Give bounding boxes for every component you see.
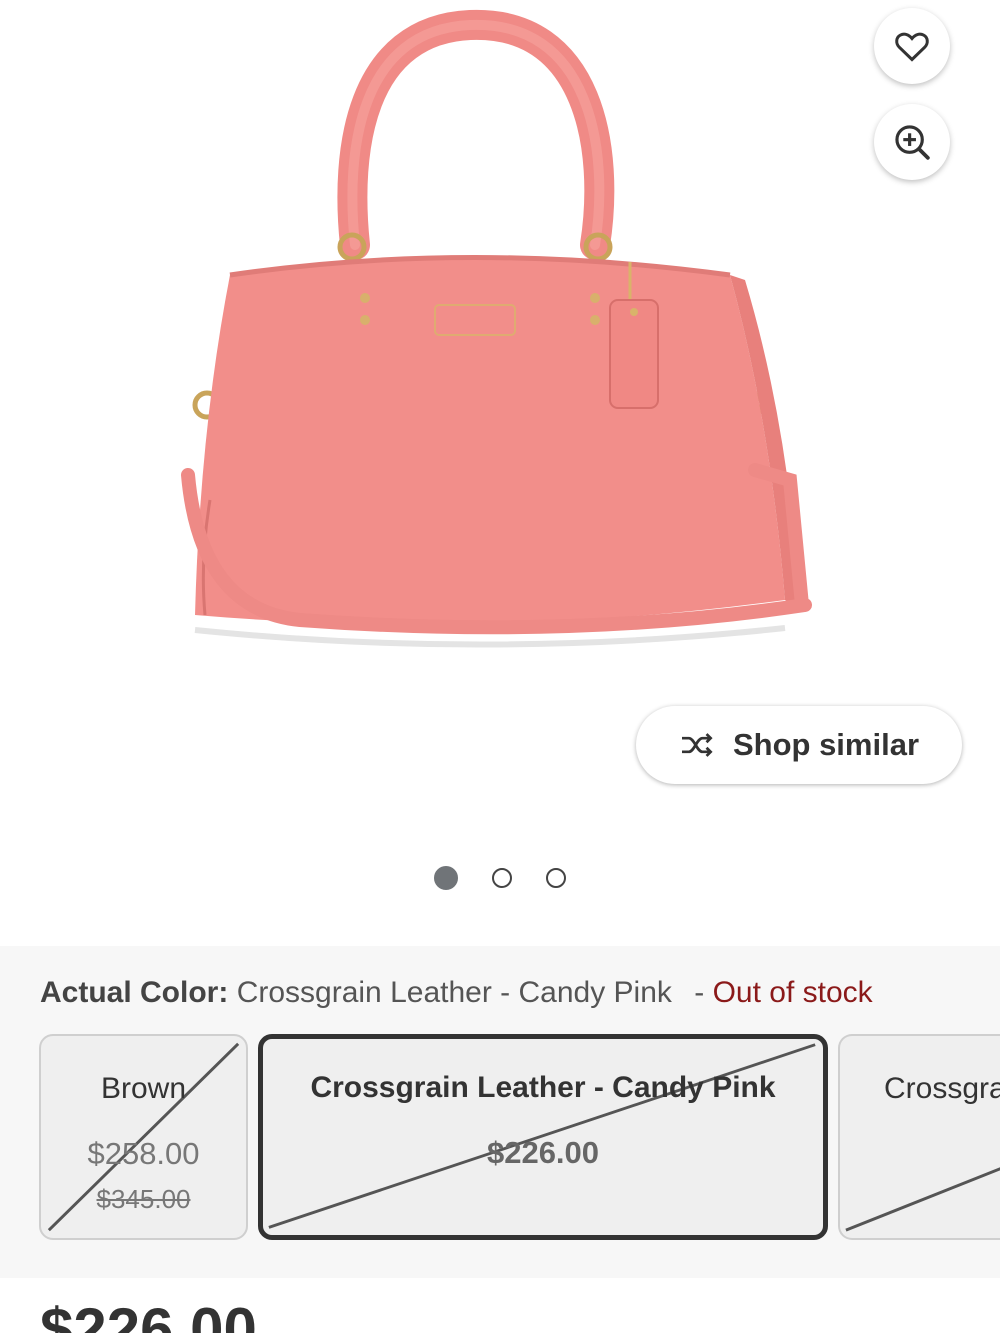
color-label: Actual Color: bbox=[40, 976, 229, 1009]
stock-status: Out of stock bbox=[712, 976, 873, 1009]
color-selector: Actual Color: Crossgrain Leather - Candy… bbox=[0, 946, 1000, 1278]
favorite-button[interactable] bbox=[874, 8, 950, 84]
zoom-button[interactable] bbox=[874, 104, 950, 180]
zoom-in-icon bbox=[895, 125, 930, 160]
product-price: $226.00 bbox=[40, 1296, 257, 1333]
swatch-name: Crossgra bbox=[884, 1072, 1000, 1105]
color-value: Crossgrain Leather - Candy Pink bbox=[236, 976, 672, 1009]
shop-similar-button[interactable]: Shop similar bbox=[636, 706, 962, 784]
carousel-dot-2[interactable] bbox=[492, 868, 512, 888]
swatch-price: $258.00 bbox=[87, 1136, 200, 1171]
swatch-name: Brown bbox=[100, 1072, 187, 1105]
carousel-dot-3[interactable] bbox=[546, 868, 566, 888]
color-swatch-candy-pink[interactable]: Crossgrain Leather - Candy Pink $226.00 bbox=[258, 1034, 828, 1240]
swatch-name: Crossgrain Leather - Candy Pink bbox=[310, 1071, 776, 1104]
swatch-price: $226.00 bbox=[486, 1135, 600, 1170]
shuffle-icon bbox=[681, 733, 713, 757]
swatch-original-price: $345.00 bbox=[96, 1184, 191, 1214]
shop-similar-label: Shop similar bbox=[732, 727, 920, 762]
color-swatch-crossgrain[interactable]: Crossgra bbox=[838, 1034, 1000, 1240]
color-separator: - bbox=[694, 976, 705, 1009]
product-image[interactable] bbox=[170, 0, 830, 680]
product-image-area[interactable]: Shop similar bbox=[0, 0, 1000, 945]
handbag-illustration bbox=[181, 9, 812, 648]
color-summary: Actual Color: Crossgrain Leather - Candy… bbox=[40, 976, 873, 1010]
unavailable-strike bbox=[845, 1167, 1000, 1232]
color-swatch-brown[interactable]: Brown $258.00 $345.00 bbox=[39, 1034, 248, 1240]
carousel-indicator bbox=[0, 866, 1000, 892]
carousel-dot-1[interactable] bbox=[434, 866, 458, 890]
heart-icon bbox=[895, 32, 929, 62]
